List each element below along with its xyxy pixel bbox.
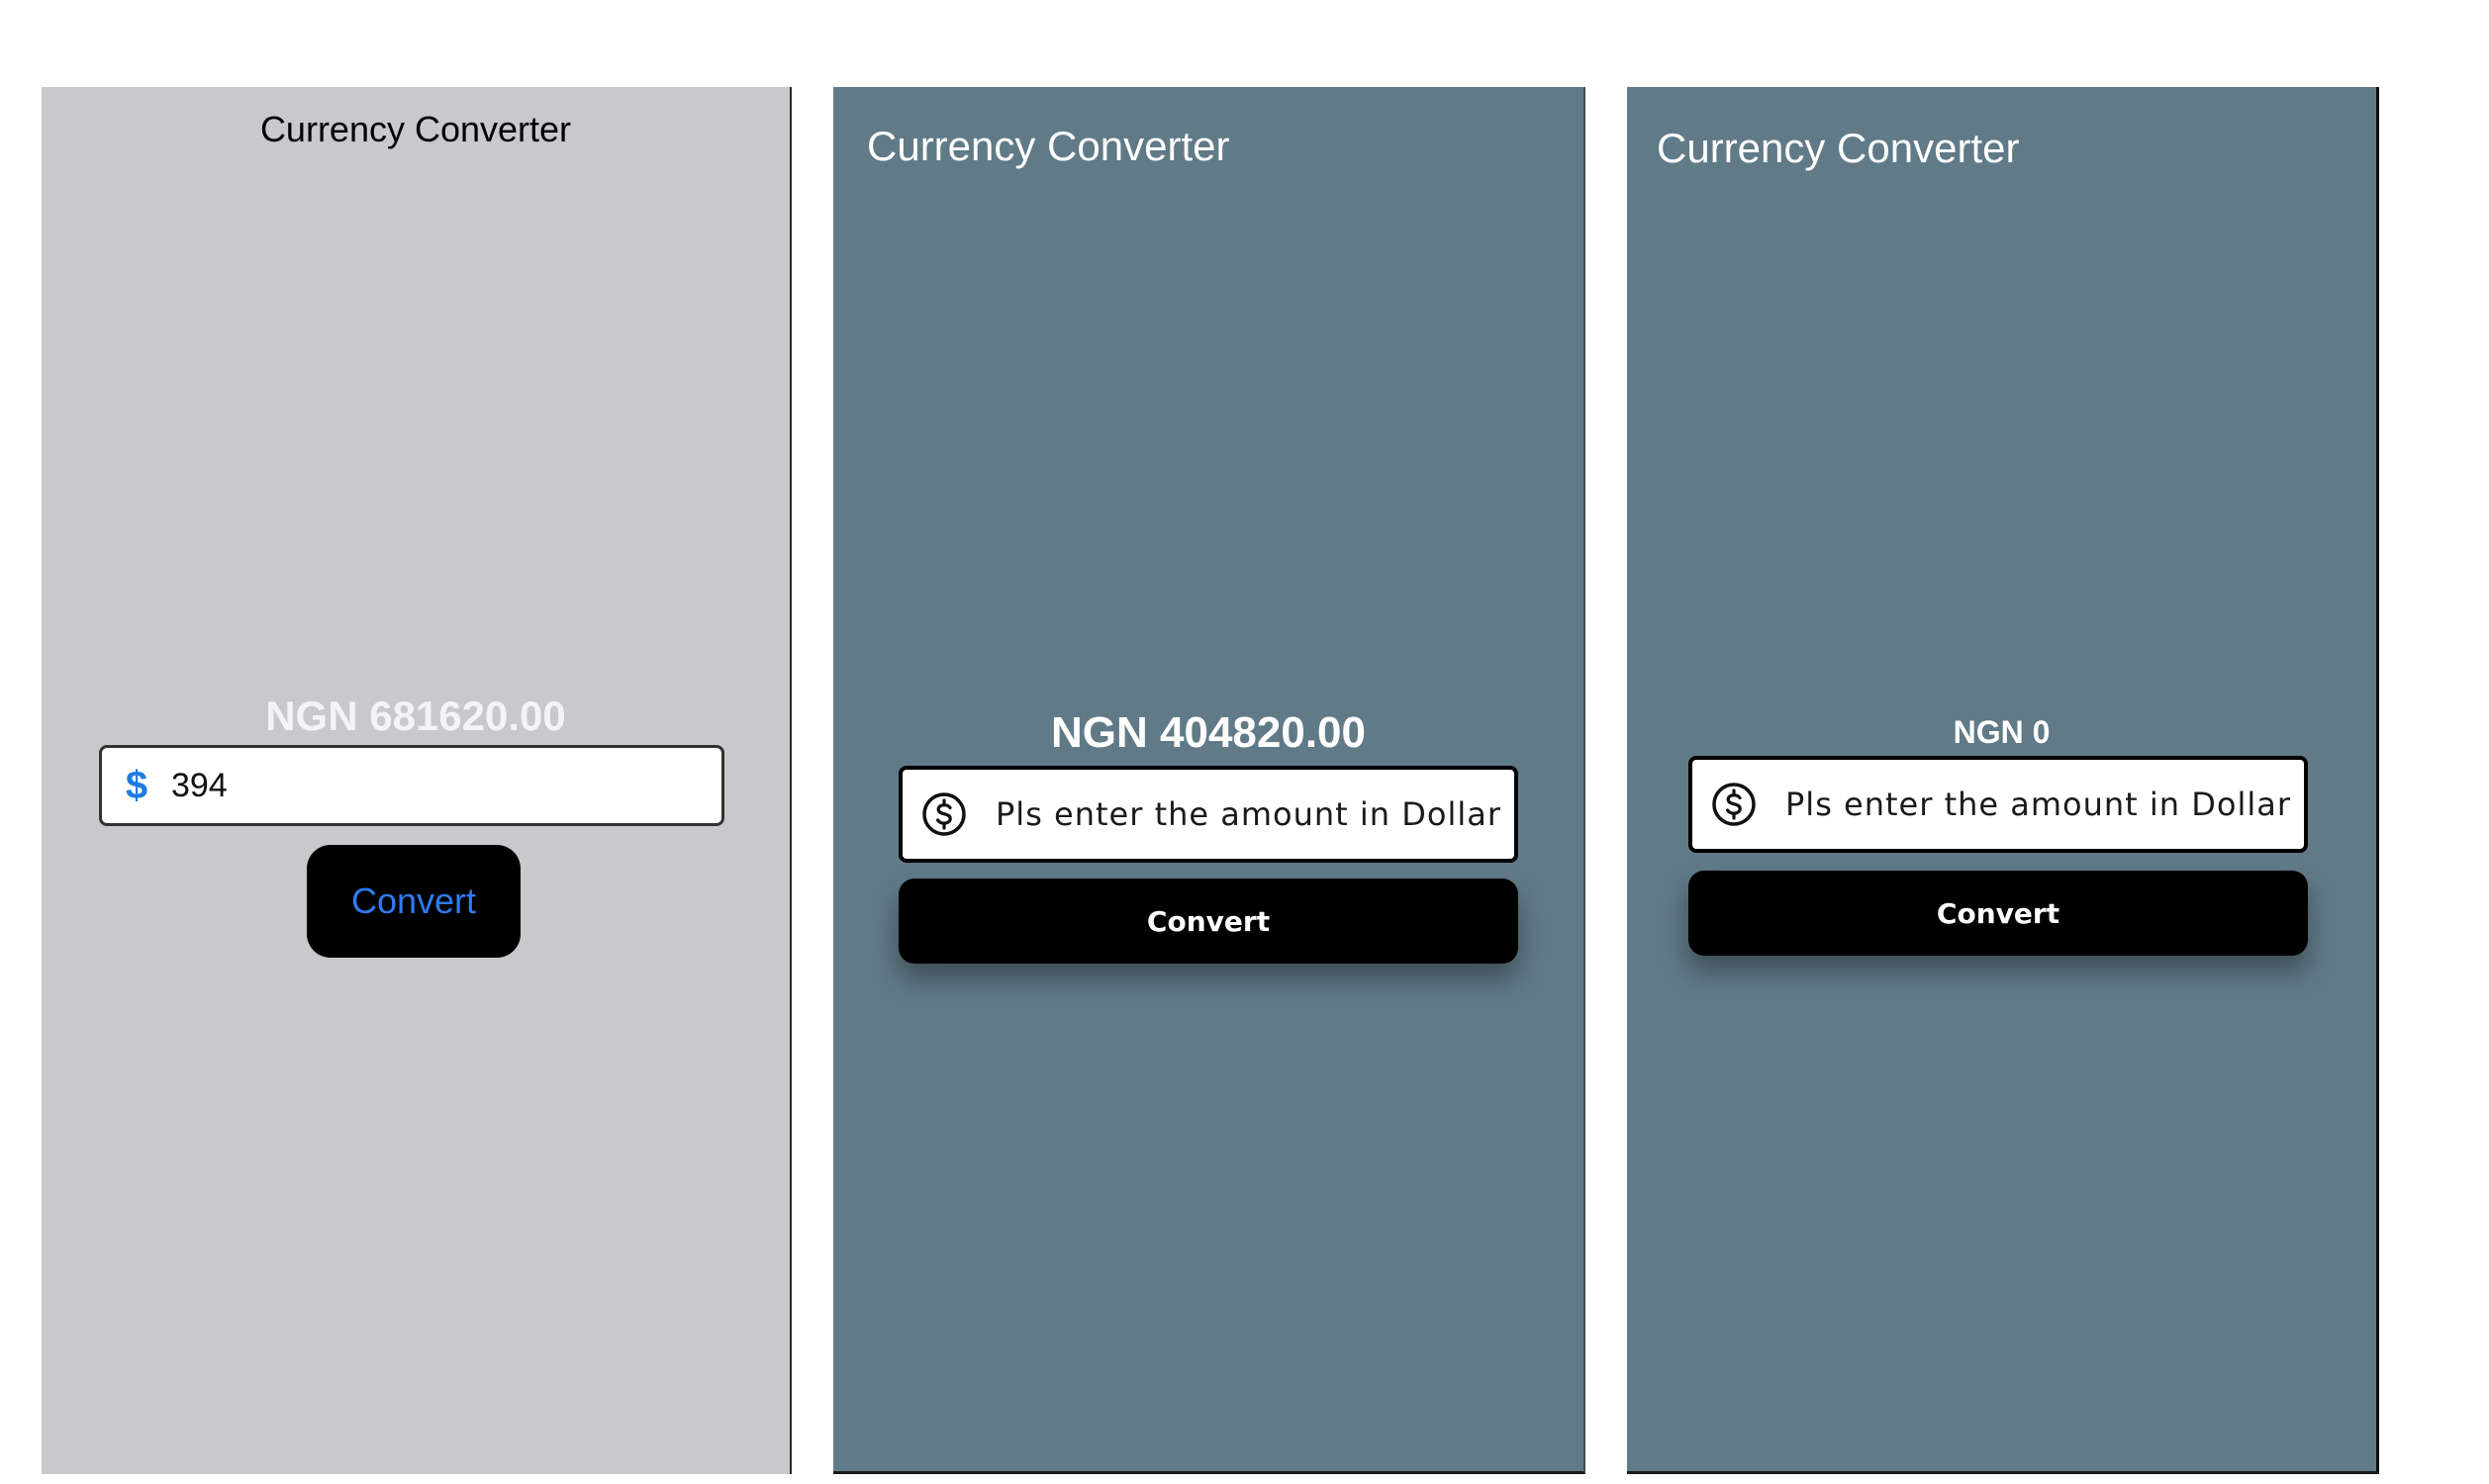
converter-screen-ios: Currency Converter NGN 681620.00 $ Conve… (42, 87, 792, 1474)
app-title: Currency Converter (867, 123, 1230, 169)
converted-result: NGN 0 (1953, 714, 2051, 750)
amount-input[interactable] (1783, 785, 2302, 824)
dollar-circle-icon (922, 792, 966, 836)
amount-field[interactable] (899, 766, 1518, 863)
amount-field[interactable] (1688, 756, 2308, 853)
convert-button[interactable]: Convert (307, 845, 521, 958)
converted-result: NGN 681620.00 (265, 693, 566, 739)
converter-screen-material: Currency Converter NGN 404820.00 Convert (833, 87, 1585, 1474)
convert-button[interactable]: Convert (899, 879, 1518, 964)
amount-input[interactable] (165, 765, 688, 806)
app-title: Currency Converter (1657, 125, 2020, 171)
dollar-circle-icon (1712, 783, 1756, 826)
amount-field[interactable]: $ (99, 745, 724, 826)
converter-screen-material-empty: Currency Converter NGN 0 Convert (1627, 87, 2379, 1474)
dollar-sign-icon: $ (125, 763, 148, 807)
convert-button[interactable]: Convert (1688, 871, 2308, 956)
app-title: Currency Converter (259, 109, 572, 149)
converted-result: NGN 404820.00 (1051, 708, 1366, 757)
amount-input[interactable] (994, 794, 1512, 834)
